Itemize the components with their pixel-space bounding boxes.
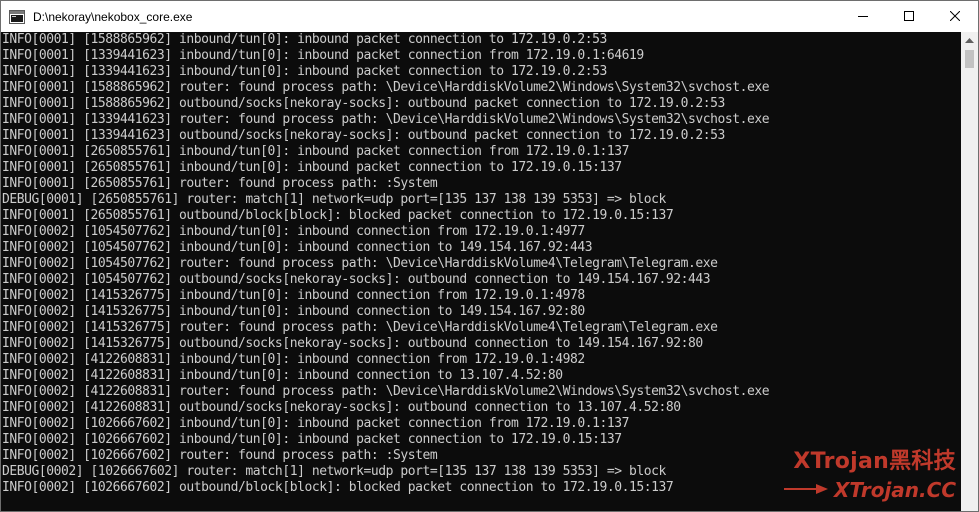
arrow-right-icon: [783, 477, 828, 503]
console-app-icon: [9, 9, 25, 25]
console-window: D:\nekoray\nekobox_core.exe INFO[0001] […: [0, 0, 979, 512]
log-line: INFO[0002] [1054507762] inbound/tun[0]: …: [2, 240, 593, 255]
watermark-title: XTrojan黑科技: [793, 449, 956, 474]
log-line: INFO[0001] [1339441623] inbound/tun[0]: …: [2, 64, 607, 79]
log-line: INFO[0002] [1054507762] inbound/tun[0]: …: [2, 224, 585, 239]
log-line: INFO[0002] [1415326775] outbound/socks[n…: [2, 336, 703, 351]
window-controls: [840, 1, 978, 32]
window-title: D:\nekoray\nekobox_core.exe: [33, 9, 193, 24]
log-line: INFO[0002] [4122608831] router: found pr…: [2, 384, 770, 399]
minimize-button[interactable]: [840, 1, 886, 32]
close-button[interactable]: [932, 1, 978, 32]
watermark: XTrojan黑科技 XTrojan.CC: [756, 447, 956, 507]
log-line: INFO[0001] [2650855761] router: found pr…: [2, 176, 438, 191]
log-line: INFO[0001] [1339441623] outbound/socks[n…: [2, 128, 725, 143]
scroll-up-arrow-icon[interactable]: [961, 32, 978, 49]
log-line: INFO[0002] [1026667602] inbound/tun[0]: …: [2, 416, 630, 431]
minimize-icon: [858, 8, 868, 26]
log-line: INFO[0002] [4122608831] inbound/tun[0]: …: [2, 368, 563, 383]
vertical-scrollbar[interactable]: [961, 32, 978, 511]
scroll-thumb[interactable]: [965, 50, 974, 68]
maximize-icon: [904, 8, 914, 26]
log-line: INFO[0002] [1415326775] router: found pr…: [2, 320, 718, 335]
log-line: INFO[0001] [1339441623] router: found pr…: [2, 112, 770, 127]
log-line: INFO[0002] [1415326775] inbound/tun[0]: …: [2, 304, 585, 319]
log-line: INFO[0001] [2650855761] inbound/tun[0]: …: [2, 144, 630, 159]
close-icon: [949, 8, 961, 26]
log-line: INFO[0001] [1588865962] outbound/socks[n…: [2, 96, 725, 111]
watermark-url: XTrojan.CC: [833, 478, 956, 502]
log-line: INFO[0001] [2650855761] outbound/block[b…: [2, 208, 674, 223]
log-line: DEBUG[0001] [2650855761] router: match[1…: [2, 192, 666, 207]
console-output[interactable]: INFO[0001] [1588865962] inbound/tun[0]: …: [1, 32, 961, 511]
log-line: INFO[0002] [1415326775] inbound/tun[0]: …: [2, 288, 585, 303]
log-line: INFO[0001] [1588865962] inbound/tun[0]: …: [2, 32, 607, 47]
maximize-button[interactable]: [886, 1, 932, 32]
log-line: INFO[0001] [1588865962] router: found pr…: [2, 80, 770, 95]
log-line: INFO[0002] [1054507762] outbound/socks[n…: [2, 272, 711, 287]
log-line: INFO[0002] [1026667602] inbound/tun[0]: …: [2, 432, 622, 447]
log-line: INFO[0002] [1054507762] router: found pr…: [2, 256, 718, 271]
log-line: INFO[0002] [4122608831] outbound/socks[n…: [2, 400, 681, 415]
log-line: INFO[0001] [2650855761] inbound/tun[0]: …: [2, 160, 622, 175]
log-line: INFO[0002] [4122608831] inbound/tun[0]: …: [2, 352, 585, 367]
title-bar[interactable]: D:\nekoray\nekobox_core.exe: [1, 1, 978, 32]
log-line: INFO[0001] [1339441623] inbound/tun[0]: …: [2, 48, 644, 63]
